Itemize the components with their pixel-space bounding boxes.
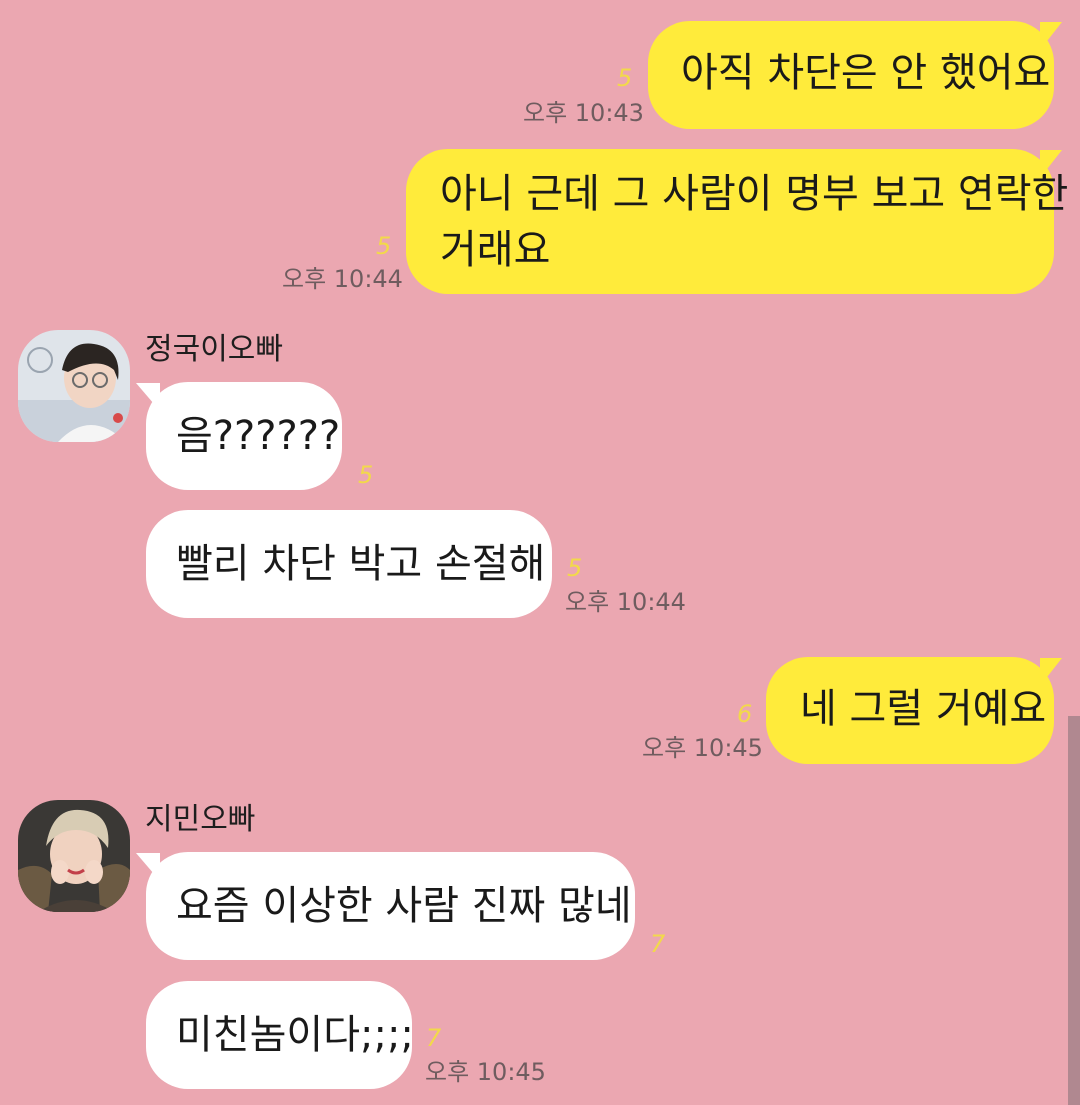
unread-count: 7 — [650, 930, 666, 958]
message-text: 빨리 차단 박고 손절해 — [176, 541, 546, 587]
scrollbar[interactable] — [1068, 716, 1080, 1105]
bubble-tail — [136, 383, 160, 411]
unread-count: 7 — [426, 1024, 442, 1052]
message-bubble-sent[interactable]: 아니 근데 그 사람이 명부 보고 연락한 거래요 — [406, 149, 1069, 294]
bubble-tail — [1040, 22, 1062, 50]
message-timestamp: 오후 10:44 — [565, 588, 686, 616]
message-text: 네 그럴 거예요 — [800, 686, 1047, 732]
avatar[interactable] — [18, 800, 130, 912]
message-bubble-received[interactable]: 빨리 차단 박고 손절해 — [146, 510, 552, 618]
avatar[interactable] — [18, 330, 130, 442]
message-text: 아직 차단은 안 했어요 — [681, 50, 1051, 96]
chat-room[interactable]: 아직 차단은 안 했어요 5 오후 10:43 아니 근데 그 사람이 명부 보… — [0, 0, 1080, 1105]
message-bubble-sent[interactable]: 아직 차단은 안 했어요 — [648, 21, 1054, 129]
unread-count: 5 — [376, 232, 392, 260]
message-timestamp: 오후 10:45 — [425, 1058, 546, 1086]
bubble-tail — [1040, 150, 1062, 178]
sender-name: 지민오빠 — [145, 802, 256, 837]
unread-count: 5 — [567, 554, 583, 582]
profile-photo — [18, 330, 130, 442]
message-text: 미친놈이다;;;; — [176, 1012, 414, 1058]
unread-count: 6 — [737, 700, 753, 728]
message-timestamp: 오후 10:43 — [523, 99, 644, 127]
message-bubble-received[interactable]: 요즘 이상한 사람 진짜 많네 — [146, 852, 635, 960]
profile-photo — [18, 800, 130, 912]
unread-count: 5 — [617, 64, 633, 92]
bubble-tail — [136, 853, 160, 881]
message-text-line-2: 거래요 — [440, 227, 551, 273]
sender-name: 정국이오빠 — [145, 332, 283, 367]
message-timestamp: 오후 10:44 — [282, 265, 403, 293]
message-bubble-received[interactable]: 음?????? — [146, 382, 342, 490]
message-text: 음?????? — [176, 413, 341, 459]
unread-count: 5 — [358, 461, 374, 489]
message-text: 요즘 이상한 사람 진짜 많네 — [176, 883, 632, 929]
bubble-tail — [1040, 658, 1062, 686]
message-bubble-sent[interactable]: 네 그럴 거예요 — [766, 657, 1054, 764]
message-text-line-1: 아니 근데 그 사람이 명부 보고 연락한 — [440, 171, 1069, 217]
message-timestamp: 오후 10:45 — [642, 734, 763, 762]
message-bubble-received[interactable]: 미친놈이다;;;; — [146, 981, 414, 1089]
